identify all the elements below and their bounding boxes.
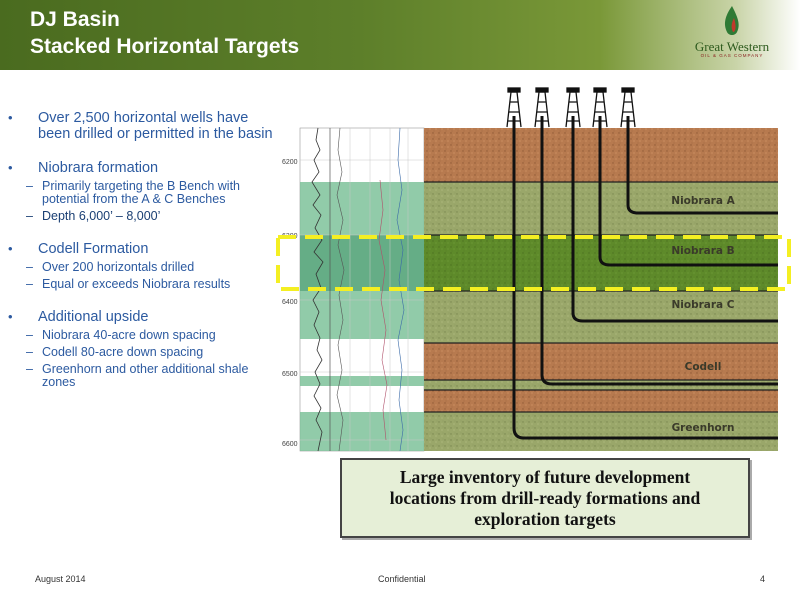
callout-text: Large inventory of future development lo… <box>390 467 700 530</box>
sub-bullet-text: Primarily targeting the B Bench with pot… <box>42 179 241 206</box>
dash-icon: – <box>26 209 33 223</box>
sub-bullet-item: – Equal or exceeds Niobrara results <box>8 278 278 291</box>
dash-icon: – <box>26 345 33 359</box>
derrick-icon <box>506 87 522 128</box>
bullet-item: • Over 2,500 horizontal wells have been d… <box>8 110 278 142</box>
sub-bullet-item: – Depth 6,000’ – 8,000’ <box>8 210 278 223</box>
sub-bullet-text: Niobrara 40-acre down spacing <box>42 328 216 342</box>
header-bar: DJ Basin Stacked Horizontal Targets Grea… <box>0 0 800 70</box>
bullet-icon: • <box>8 241 13 256</box>
sub-bullet-item: – Over 200 horizontals drilled <box>8 261 278 274</box>
dash-icon: – <box>26 260 33 274</box>
bullet-item: • Codell Formation <box>8 241 278 257</box>
dash-icon: – <box>26 362 33 376</box>
footer-confidential: Confidential <box>378 574 426 584</box>
sub-bullet-text: Over 200 horizontals drilled <box>42 260 195 274</box>
formation-label-niobrara-c: Niobrara C <box>671 299 734 311</box>
company-logo: Great Western OIL & GAS COMPANY <box>682 4 782 66</box>
log-shading-greenhorn <box>300 412 424 451</box>
depth-label: 6200 <box>282 159 298 166</box>
callout-line-2: locations from drill-ready formations an… <box>389 487 701 508</box>
bullet-item: • Additional upside <box>8 309 278 325</box>
formation-label-niobrara-b: Niobrara B <box>671 245 734 257</box>
flame-icon <box>724 6 739 35</box>
bullet-icon: • <box>8 309 13 324</box>
depth-label: 6400 <box>282 299 298 306</box>
sub-bullet-item: – Greenhorn and other additional shale zo… <box>8 363 278 389</box>
depth-label: 6500 <box>282 371 298 378</box>
bullet-group: • Codell Formation – Over 200 horizontals … <box>8 241 278 291</box>
derrick-icon <box>534 87 550 128</box>
callout-box: Large inventory of future development lo… <box>340 458 750 538</box>
depth-label: 6600 <box>282 441 298 448</box>
formation-label-codell: Codell <box>685 361 722 373</box>
bullet-text: Additional upside <box>38 309 149 325</box>
bullet-group: • Niobrara formation – Primarily targeting… <box>8 160 278 223</box>
sub-bullet-item: – Niobrara 40-acre down spacing <box>8 329 278 342</box>
bullet-icon: • <box>8 110 13 125</box>
sub-bullet-text: Depth 6,000’ – 8,000’ <box>42 209 161 223</box>
bullet-text: Codell Formation <box>38 241 149 257</box>
bullet-group: • Additional upside – Niobrara 40-acre dow… <box>8 309 278 389</box>
callout-line-3: exploration targets <box>474 508 616 529</box>
logo-name: Great Western <box>694 39 770 54</box>
callout-line-1: Large inventory of future development <box>399 466 691 487</box>
dash-icon: – <box>26 277 33 291</box>
bullet-text: Niobrara formation <box>38 160 159 176</box>
sub-bullet-item: – Codell 80-acre down spacing <box>8 346 278 359</box>
sub-bullet-text: Greenhorn and other additional shale zon… <box>42 362 249 389</box>
formation-label-niobrara-a: Niobrara A <box>671 195 735 207</box>
formation-label-greenhorn: Greenhorn <box>672 422 735 434</box>
bullet-item: • Niobrara formation <box>8 160 278 176</box>
dash-icon: – <box>26 328 33 342</box>
log-shading-target <box>300 235 424 291</box>
derrick-icon <box>620 87 636 128</box>
shale-layer-lower <box>424 390 778 412</box>
page-number: 4 <box>760 574 766 584</box>
bullet-icon: • <box>8 160 13 175</box>
sub-bullet-text: Codell 80-acre down spacing <box>42 345 204 359</box>
sub-bullet-item: – Primarily targeting the B Bench with po… <box>8 180 278 206</box>
footer-date: August 2014 <box>35 574 86 584</box>
sub-bullet-text: Equal or exceeds Niobrara results <box>42 277 231 291</box>
slide-title-line-2: Stacked Horizontal Targets <box>30 35 300 58</box>
dash-icon: – <box>26 179 33 193</box>
derrick-icon <box>592 87 608 128</box>
slide-title-line-1: DJ Basin <box>30 8 120 31</box>
codell-layer <box>424 343 778 380</box>
bullet-list: • Over 2,500 horizontal wells have been d… <box>8 110 278 407</box>
bullet-text: Over 2,500 horizontal wells have been dr… <box>38 110 273 142</box>
bullet-group: • Over 2,500 horizontal wells have been d… <box>8 110 278 142</box>
derrick-icon <box>565 87 581 128</box>
stacked-targets-diagram: 6200 6300 6400 6500 6600 Niobrara A Niob… <box>276 87 791 452</box>
